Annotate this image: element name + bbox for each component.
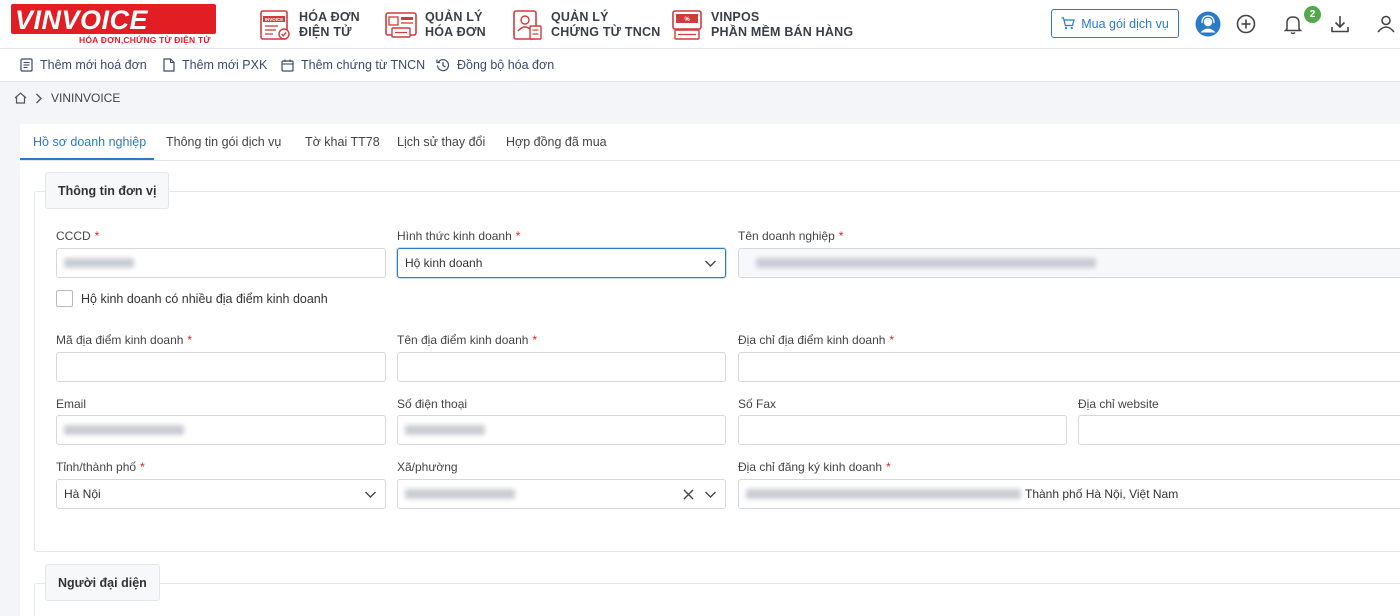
fax-input[interactable]: [738, 415, 1067, 445]
nav-module-vinpos[interactable]: % VINPOS PHẦN MỀM BÁN HÀNG: [670, 8, 853, 42]
quick-add-pxk[interactable]: Thêm mới PXK: [163, 58, 267, 72]
active-tab-indicator: [20, 158, 154, 160]
registered-address-input[interactable]: Thành phố Hà Nội, Việt Nam: [738, 479, 1400, 509]
business-type-label: Hình thức kinh doanh *: [397, 229, 521, 243]
nav-module-line1: HÓA ĐƠN: [299, 10, 360, 24]
nav-module-line2: ĐIỆN TỬ: [299, 25, 352, 39]
buy-service-label: Mua gói dịch vụ: [1081, 16, 1169, 31]
quick-sync-invoices-label: Đồng bộ hóa đơn: [457, 58, 555, 72]
ward-select[interactable]: [397, 479, 726, 509]
business-type-value: Hộ kinh doanh: [405, 256, 483, 270]
quick-add-invoice-label: Thêm mới hoá đơn: [40, 58, 147, 72]
email-label: Email: [56, 397, 87, 411]
cccd-label: CCCD *: [56, 229, 100, 243]
unit-info-legend: Thông tin đơn vị: [45, 172, 170, 209]
tab-service-package[interactable]: Thông tin gói dịch vụ: [166, 135, 281, 149]
chevron-down-icon: [365, 491, 376, 498]
province-label: Tỉnh/thành phố *: [56, 460, 145, 474]
nav-module-line1: QUẢN LÝ: [551, 10, 609, 24]
breadcrumb-current[interactable]: VININVOICE: [51, 91, 120, 105]
download-icon[interactable]: [1328, 12, 1352, 36]
location-address-input[interactable]: [738, 352, 1400, 382]
representative-section: Người đại diện: [34, 564, 1400, 616]
nav-module-line2: HÓA ĐƠN: [425, 25, 486, 39]
logo-text: VINVOICE: [15, 5, 149, 35]
invoice-icon: INVOICE: [260, 10, 290, 40]
tab-business-profile[interactable]: Hồ sơ doanh nghiệp: [33, 135, 146, 149]
multi-location-checkbox[interactable]: Hộ kinh doanh có nhiều địa điểm kinh doa…: [56, 290, 328, 307]
notification-count-badge: 2: [1304, 6, 1321, 23]
ward-label: Xã/phường: [397, 460, 458, 474]
brand-logo[interactable]: VINVOICE HÓA ĐƠN,CHỨNG TỪ ĐIỆN TỬ: [11, 4, 216, 45]
add-circle-icon[interactable]: [1234, 12, 1258, 36]
province-value: Hà Nội: [64, 487, 101, 501]
svg-text:INVOICE: INVOICE: [265, 17, 284, 22]
location-name-input[interactable]: [397, 352, 726, 382]
quick-add-invoice[interactable]: Thêm mới hoá đơn: [20, 58, 147, 72]
province-select[interactable]: Hà Nội: [56, 479, 386, 509]
chevron-right-icon: [36, 93, 42, 103]
unit-info-section: Thông tin đơn vị CCCD * Hình thức kinh do…: [34, 172, 1400, 552]
document-list-icon: [20, 58, 33, 72]
top-header: VINVOICE HÓA ĐƠN,CHỨNG TỪ ĐIỆN TỬ INVOIC…: [0, 0, 1400, 49]
user-icon[interactable]: [1374, 12, 1398, 36]
nav-module-line1: VINPOS: [711, 10, 760, 24]
phone-label: Số điện thoại: [397, 397, 468, 411]
quick-add-tax-document-label: Thêm chứng từ TNCN: [301, 58, 426, 72]
quick-actions-bar: Thêm mới hoá đơn Thêm mới PXK Thêm chứng…: [0, 49, 1400, 82]
bell-icon[interactable]: [1281, 12, 1305, 36]
calendar-icon: [281, 59, 294, 72]
buy-service-button[interactable]: Mua gói dịch vụ: [1051, 9, 1179, 38]
multi-location-label: Hộ kinh doanh có nhiều địa điểm kinh doa…: [81, 291, 328, 306]
company-name-label: Tên doanh nghiệp *: [738, 229, 844, 243]
nav-module-einvoice[interactable]: INVOICE HÓA ĐƠN ĐIỆN TỬ: [258, 8, 360, 42]
profile-card: Hồ sơ doanh nghiệp Thông tin gói dịch vụ…: [20, 124, 1400, 616]
registered-address-visible: Thành phố Hà Nội, Việt Nam: [1025, 487, 1179, 501]
business-type-select[interactable]: Hộ kinh doanh: [397, 248, 726, 278]
location-code-input[interactable]: [56, 352, 386, 382]
location-name-label: Tên địa điểm kinh doanh *: [397, 333, 538, 347]
phone-input[interactable]: [397, 415, 726, 445]
pos-icon: %: [672, 10, 702, 40]
logo-tagline: HÓA ĐƠN,CHỨNG TỪ ĐIỆN TỬ: [79, 35, 211, 45]
invoice-management-icon: [385, 12, 417, 38]
tab-purchased-contracts[interactable]: Hợp đồng đã mua: [506, 135, 607, 149]
representative-legend: Người đại diện: [45, 564, 160, 601]
chevron-down-icon: [705, 260, 716, 267]
website-input[interactable]: [1078, 415, 1400, 445]
nav-module-line2: CHỨNG TỪ TNCN: [551, 25, 661, 39]
profile-tabs: Hồ sơ doanh nghiệp Thông tin gói dịch vụ…: [20, 124, 1400, 161]
quick-add-pxk-label: Thêm mới PXK: [182, 58, 268, 72]
tab-tt78-declaration[interactable]: Tờ khai TT78: [305, 135, 380, 149]
support-agent-icon[interactable]: [1195, 11, 1221, 37]
svg-text:%: %: [684, 17, 690, 23]
tab-change-history[interactable]: Lịch sử thay đổi: [397, 135, 485, 149]
website-label: Địa chỉ website: [1078, 397, 1159, 411]
checkbox-box[interactable]: [56, 290, 73, 307]
cccd-input[interactable]: [56, 248, 386, 278]
fax-label: Số Fax: [738, 397, 777, 411]
quick-sync-invoices[interactable]: Đồng bộ hóa đơn: [436, 58, 554, 72]
chevron-down-icon: [705, 491, 716, 498]
clear-icon[interactable]: [682, 488, 695, 501]
home-icon[interactable]: [14, 92, 27, 104]
nav-module-tax-documents[interactable]: QUẢN LÝ CHỨNG TỪ TNCN: [510, 8, 660, 42]
cart-icon: [1061, 17, 1076, 30]
nav-module-invoice-management[interactable]: QUẢN LÝ HÓA ĐƠN: [384, 8, 486, 42]
company-name-input[interactable]: [738, 248, 1400, 278]
location-address-label: Địa chỉ địa điểm kinh doanh *: [738, 333, 895, 347]
file-icon: [163, 58, 175, 72]
registered-address-label: Địa chỉ đăng ký kinh doanh *: [738, 460, 891, 474]
tax-document-icon: [513, 10, 542, 40]
breadcrumb: VININVOICE: [14, 91, 120, 105]
nav-module-line1: QUẢN LÝ: [425, 10, 483, 24]
location-code-label: Mã địa điểm kinh doanh *: [56, 333, 193, 347]
nav-module-line2: PHẦN MỀM BÁN HÀNG: [711, 25, 854, 39]
history-sync-icon: [436, 59, 450, 72]
quick-add-tax-document[interactable]: Thêm chứng từ TNCN: [281, 58, 425, 72]
email-input[interactable]: [56, 415, 386, 445]
